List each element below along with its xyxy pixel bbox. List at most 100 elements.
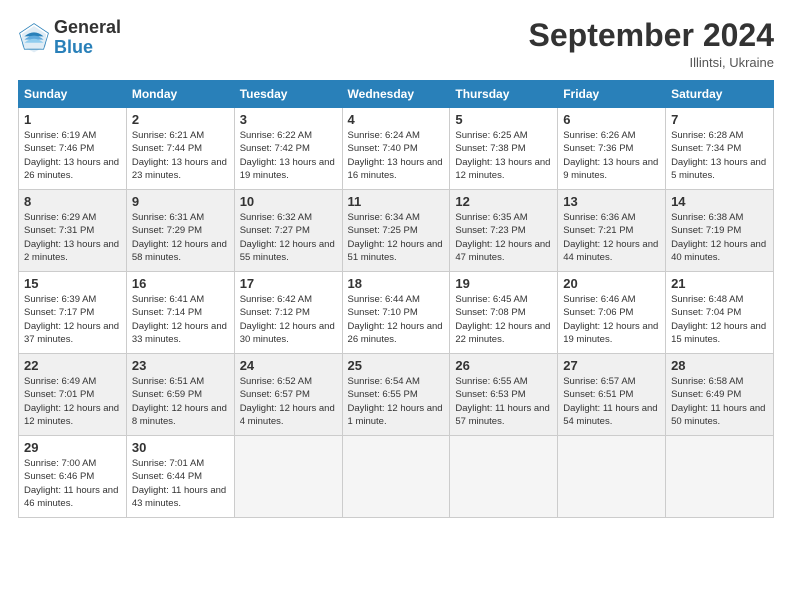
- logo-text: General Blue: [54, 18, 121, 58]
- day-info: Sunrise: 6:58 AMSunset: 6:49 PMDaylight:…: [671, 375, 768, 428]
- logo-general: General: [54, 17, 121, 37]
- col-wednesday: Wednesday: [342, 81, 450, 108]
- day-info: Sunrise: 6:45 AMSunset: 7:08 PMDaylight:…: [455, 293, 552, 346]
- header: General Blue September 2024 Illintsi, Uk…: [18, 18, 774, 70]
- day-info: Sunrise: 6:24 AMSunset: 7:40 PMDaylight:…: [348, 129, 445, 182]
- day-number: 25: [348, 358, 445, 373]
- calendar-cell: 25 Sunrise: 6:54 AMSunset: 6:55 PMDaylig…: [342, 354, 450, 436]
- calendar-cell: 20 Sunrise: 6:46 AMSunset: 7:06 PMDaylig…: [558, 272, 666, 354]
- day-number: 23: [132, 358, 229, 373]
- day-number: 10: [240, 194, 337, 209]
- col-thursday: Thursday: [450, 81, 558, 108]
- day-info: Sunrise: 6:46 AMSunset: 7:06 PMDaylight:…: [563, 293, 660, 346]
- calendar-cell: [666, 436, 774, 518]
- day-info: Sunrise: 6:22 AMSunset: 7:42 PMDaylight:…: [240, 129, 337, 182]
- day-info: Sunrise: 6:35 AMSunset: 7:23 PMDaylight:…: [455, 211, 552, 264]
- calendar-cell: 22 Sunrise: 6:49 AMSunset: 7:01 PMDaylig…: [19, 354, 127, 436]
- calendar-week-3: 15 Sunrise: 6:39 AMSunset: 7:17 PMDaylig…: [19, 272, 774, 354]
- day-number: 30: [132, 440, 229, 455]
- day-info: Sunrise: 6:54 AMSunset: 6:55 PMDaylight:…: [348, 375, 445, 428]
- day-number: 12: [455, 194, 552, 209]
- day-info: Sunrise: 6:29 AMSunset: 7:31 PMDaylight:…: [24, 211, 121, 264]
- calendar-cell: 10 Sunrise: 6:32 AMSunset: 7:27 PMDaylig…: [234, 190, 342, 272]
- day-info: Sunrise: 6:39 AMSunset: 7:17 PMDaylight:…: [24, 293, 121, 346]
- day-number: 6: [563, 112, 660, 127]
- day-info: Sunrise: 6:21 AMSunset: 7:44 PMDaylight:…: [132, 129, 229, 182]
- day-number: 29: [24, 440, 121, 455]
- page: General Blue September 2024 Illintsi, Uk…: [0, 0, 792, 612]
- day-info: Sunrise: 6:52 AMSunset: 6:57 PMDaylight:…: [240, 375, 337, 428]
- day-info: Sunrise: 6:42 AMSunset: 7:12 PMDaylight:…: [240, 293, 337, 346]
- logo-blue: Blue: [54, 37, 93, 57]
- day-number: 24: [240, 358, 337, 373]
- calendar-cell: 28 Sunrise: 6:58 AMSunset: 6:49 PMDaylig…: [666, 354, 774, 436]
- location: Illintsi, Ukraine: [529, 55, 774, 70]
- calendar-cell: 29 Sunrise: 7:00 AMSunset: 6:46 PMDaylig…: [19, 436, 127, 518]
- calendar-cell: 3 Sunrise: 6:22 AMSunset: 7:42 PMDayligh…: [234, 108, 342, 190]
- calendar-cell: 11 Sunrise: 6:34 AMSunset: 7:25 PMDaylig…: [342, 190, 450, 272]
- day-info: Sunrise: 6:57 AMSunset: 6:51 PMDaylight:…: [563, 375, 660, 428]
- day-info: Sunrise: 7:00 AMSunset: 6:46 PMDaylight:…: [24, 457, 121, 510]
- calendar-cell: 15 Sunrise: 6:39 AMSunset: 7:17 PMDaylig…: [19, 272, 127, 354]
- calendar-week-2: 8 Sunrise: 6:29 AMSunset: 7:31 PMDayligh…: [19, 190, 774, 272]
- day-number: 16: [132, 276, 229, 291]
- day-info: Sunrise: 6:38 AMSunset: 7:19 PMDaylight:…: [671, 211, 768, 264]
- calendar-cell: 30 Sunrise: 7:01 AMSunset: 6:44 PMDaylig…: [126, 436, 234, 518]
- calendar-cell: 16 Sunrise: 6:41 AMSunset: 7:14 PMDaylig…: [126, 272, 234, 354]
- calendar-cell: [558, 436, 666, 518]
- calendar-cell: 26 Sunrise: 6:55 AMSunset: 6:53 PMDaylig…: [450, 354, 558, 436]
- calendar-cell: 4 Sunrise: 6:24 AMSunset: 7:40 PMDayligh…: [342, 108, 450, 190]
- day-number: 21: [671, 276, 768, 291]
- calendar-cell: 9 Sunrise: 6:31 AMSunset: 7:29 PMDayligh…: [126, 190, 234, 272]
- calendar-cell: [234, 436, 342, 518]
- month-title: September 2024: [529, 18, 774, 53]
- day-number: 7: [671, 112, 768, 127]
- title-block: September 2024 Illintsi, Ukraine: [529, 18, 774, 70]
- day-info: Sunrise: 6:55 AMSunset: 6:53 PMDaylight:…: [455, 375, 552, 428]
- day-info: Sunrise: 6:31 AMSunset: 7:29 PMDaylight:…: [132, 211, 229, 264]
- day-number: 27: [563, 358, 660, 373]
- day-number: 13: [563, 194, 660, 209]
- day-info: Sunrise: 6:41 AMSunset: 7:14 PMDaylight:…: [132, 293, 229, 346]
- calendar-cell: 2 Sunrise: 6:21 AMSunset: 7:44 PMDayligh…: [126, 108, 234, 190]
- day-number: 1: [24, 112, 121, 127]
- day-info: Sunrise: 6:26 AMSunset: 7:36 PMDaylight:…: [563, 129, 660, 182]
- day-number: 4: [348, 112, 445, 127]
- calendar-cell: 1 Sunrise: 6:19 AMSunset: 7:46 PMDayligh…: [19, 108, 127, 190]
- day-number: 28: [671, 358, 768, 373]
- day-number: 18: [348, 276, 445, 291]
- day-number: 2: [132, 112, 229, 127]
- calendar-cell: 13 Sunrise: 6:36 AMSunset: 7:21 PMDaylig…: [558, 190, 666, 272]
- day-number: 3: [240, 112, 337, 127]
- day-info: Sunrise: 6:25 AMSunset: 7:38 PMDaylight:…: [455, 129, 552, 182]
- day-number: 14: [671, 194, 768, 209]
- col-tuesday: Tuesday: [234, 81, 342, 108]
- day-info: Sunrise: 6:36 AMSunset: 7:21 PMDaylight:…: [563, 211, 660, 264]
- day-number: 26: [455, 358, 552, 373]
- day-number: 20: [563, 276, 660, 291]
- calendar-cell: 24 Sunrise: 6:52 AMSunset: 6:57 PMDaylig…: [234, 354, 342, 436]
- calendar-header-row: Sunday Monday Tuesday Wednesday Thursday…: [19, 81, 774, 108]
- calendar-cell: 19 Sunrise: 6:45 AMSunset: 7:08 PMDaylig…: [450, 272, 558, 354]
- col-saturday: Saturday: [666, 81, 774, 108]
- col-friday: Friday: [558, 81, 666, 108]
- calendar-week-4: 22 Sunrise: 6:49 AMSunset: 7:01 PMDaylig…: [19, 354, 774, 436]
- day-info: Sunrise: 6:51 AMSunset: 6:59 PMDaylight:…: [132, 375, 229, 428]
- day-info: Sunrise: 6:44 AMSunset: 7:10 PMDaylight:…: [348, 293, 445, 346]
- calendar-cell: 18 Sunrise: 6:44 AMSunset: 7:10 PMDaylig…: [342, 272, 450, 354]
- calendar-cell: 23 Sunrise: 6:51 AMSunset: 6:59 PMDaylig…: [126, 354, 234, 436]
- calendar-cell: 8 Sunrise: 6:29 AMSunset: 7:31 PMDayligh…: [19, 190, 127, 272]
- day-info: Sunrise: 6:32 AMSunset: 7:27 PMDaylight:…: [240, 211, 337, 264]
- day-info: Sunrise: 7:01 AMSunset: 6:44 PMDaylight:…: [132, 457, 229, 510]
- calendar-cell: [450, 436, 558, 518]
- day-info: Sunrise: 6:34 AMSunset: 7:25 PMDaylight:…: [348, 211, 445, 264]
- calendar-week-5: 29 Sunrise: 7:00 AMSunset: 6:46 PMDaylig…: [19, 436, 774, 518]
- col-monday: Monday: [126, 81, 234, 108]
- calendar: Sunday Monday Tuesday Wednesday Thursday…: [18, 80, 774, 518]
- day-number: 17: [240, 276, 337, 291]
- day-number: 19: [455, 276, 552, 291]
- day-info: Sunrise: 6:28 AMSunset: 7:34 PMDaylight:…: [671, 129, 768, 182]
- calendar-cell: 5 Sunrise: 6:25 AMSunset: 7:38 PMDayligh…: [450, 108, 558, 190]
- calendar-cell: 6 Sunrise: 6:26 AMSunset: 7:36 PMDayligh…: [558, 108, 666, 190]
- day-info: Sunrise: 6:19 AMSunset: 7:46 PMDaylight:…: [24, 129, 121, 182]
